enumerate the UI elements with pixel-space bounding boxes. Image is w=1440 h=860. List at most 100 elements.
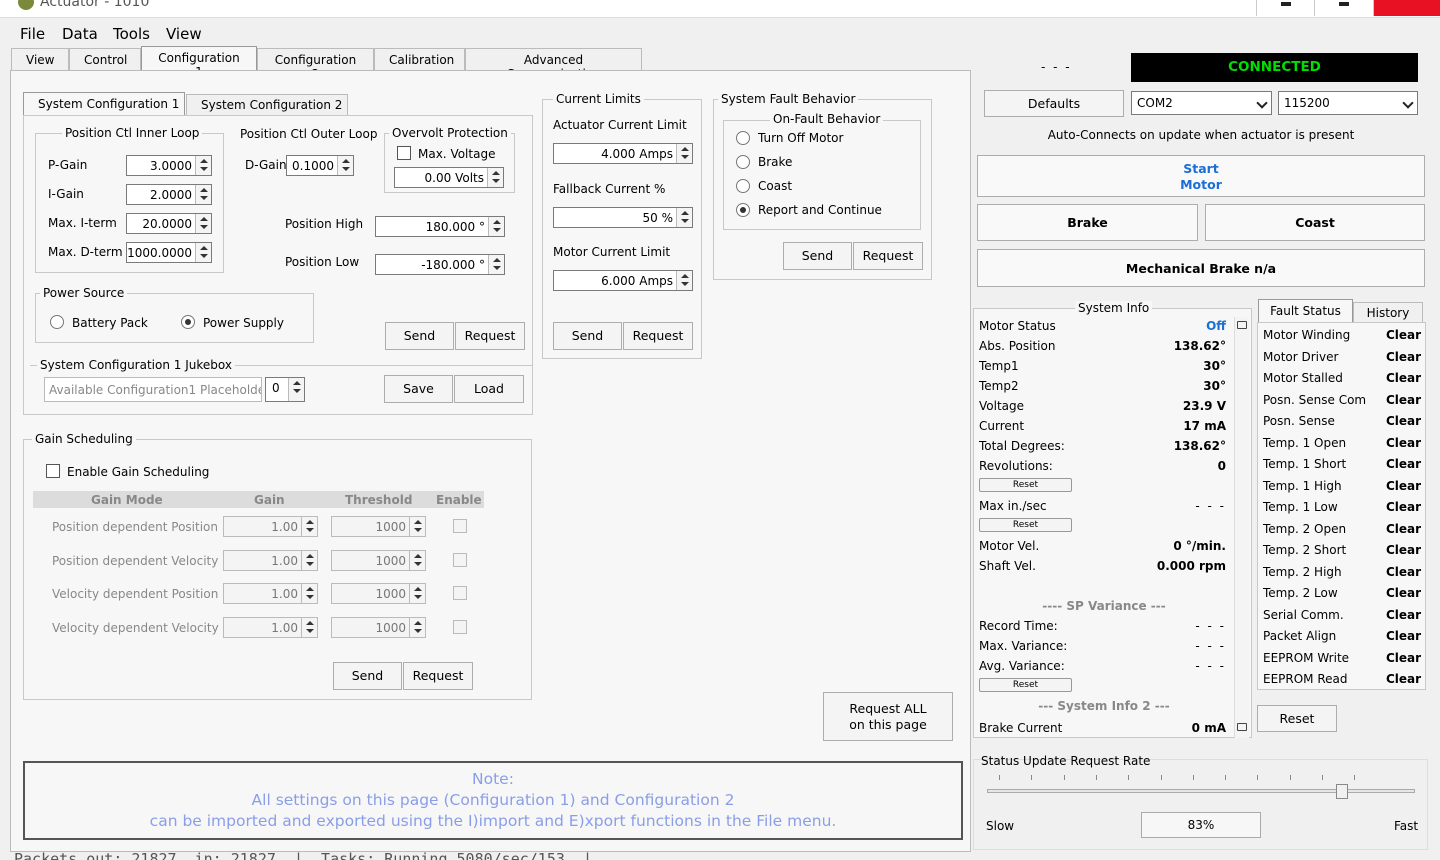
tab-view[interactable]: View bbox=[11, 48, 69, 71]
spin-arrows-icon[interactable] bbox=[409, 618, 425, 637]
chevron-down-icon[interactable] bbox=[1253, 92, 1271, 114]
spin-arrows-icon[interactable] bbox=[488, 217, 504, 236]
tab-configuration-2[interactable]: Configuration 2 bbox=[257, 48, 374, 81]
actuator-current-input[interactable]: 4.000 Amps bbox=[553, 143, 693, 164]
spin-arrows-icon[interactable] bbox=[409, 584, 425, 603]
start-motor-button[interactable]: Start Motor bbox=[977, 155, 1425, 197]
spin-arrows-icon[interactable] bbox=[195, 243, 211, 262]
power-supply-radio[interactable] bbox=[181, 315, 195, 329]
system-info-scrollbar[interactable] bbox=[1234, 317, 1249, 738]
com-port-select[interactable]: COM2 bbox=[1131, 91, 1272, 115]
brake-button[interactable]: Brake bbox=[977, 204, 1198, 241]
request-all-button[interactable]: Request ALL on this page bbox=[823, 692, 953, 741]
subtab-system-configuration-2[interactable]: System Configuration 2 bbox=[186, 94, 348, 116]
coast-button[interactable]: Coast bbox=[1205, 204, 1425, 241]
spin-arrows-icon[interactable] bbox=[676, 271, 692, 290]
report-continue-radio[interactable] bbox=[736, 203, 750, 217]
gain-row-gain-input[interactable]: 1.00 bbox=[223, 516, 318, 537]
current-request-button[interactable]: Request bbox=[623, 322, 693, 350]
jukebox-input[interactable]: Available Configuration1 Placeholder bbox=[44, 377, 262, 402]
sysconfig-send-button[interactable]: Send bbox=[385, 322, 454, 350]
sysconfig-request-button[interactable]: Request bbox=[455, 322, 525, 350]
spin-arrows-icon[interactable] bbox=[301, 551, 317, 570]
gain-request-button[interactable]: Request bbox=[403, 662, 473, 690]
menu-data[interactable]: Data bbox=[62, 25, 98, 43]
defaults-button[interactable]: Defaults bbox=[984, 90, 1124, 117]
turn-off-motor-radio[interactable] bbox=[736, 131, 750, 145]
spin-arrows-icon[interactable] bbox=[301, 618, 317, 637]
fault-request-button[interactable]: Request bbox=[853, 242, 923, 270]
max-d-term-input[interactable]: 1000.0000 bbox=[126, 242, 212, 263]
gain-row-gain-input[interactable]: 1.00 bbox=[223, 617, 318, 638]
gain-row-enable-checkbox[interactable] bbox=[453, 620, 467, 634]
max-i-term-input[interactable]: 20.0000 bbox=[126, 213, 212, 234]
jukebox-save-button[interactable]: Save bbox=[384, 375, 453, 403]
rate-slider-thumb[interactable] bbox=[1336, 784, 1349, 799]
close-button[interactable] bbox=[1373, 0, 1440, 16]
spin-arrows-icon[interactable] bbox=[676, 208, 692, 227]
coast-radio[interactable] bbox=[736, 179, 750, 193]
spin-arrows-icon[interactable] bbox=[195, 185, 211, 204]
tab-history[interactable]: History bbox=[1353, 302, 1423, 323]
jukebox-load-button[interactable]: Load bbox=[454, 375, 524, 403]
gain-row-enable-checkbox[interactable] bbox=[453, 553, 467, 567]
tab-fault-status[interactable]: Fault Status bbox=[1258, 299, 1353, 323]
gain-send-button[interactable]: Send bbox=[333, 662, 402, 690]
spin-arrows-icon[interactable] bbox=[288, 378, 304, 401]
fault-send-button[interactable]: Send bbox=[783, 242, 852, 270]
rate-slider-track[interactable] bbox=[987, 789, 1415, 793]
battery-pack-radio[interactable] bbox=[50, 315, 64, 329]
gain-row-threshold-input[interactable]: 1000 bbox=[331, 583, 426, 604]
scroll-up-icon[interactable] bbox=[1237, 321, 1247, 329]
motor-current-input[interactable]: 6.000 Amps bbox=[553, 270, 693, 291]
scroll-down-icon[interactable] bbox=[1237, 723, 1247, 731]
spin-arrows-icon[interactable] bbox=[488, 255, 504, 274]
minimize-button[interactable] bbox=[1256, 0, 1314, 16]
maximize-button[interactable] bbox=[1314, 0, 1372, 16]
brake-radio[interactable] bbox=[736, 155, 750, 169]
current-send-button[interactable]: Send bbox=[553, 322, 622, 350]
max-voltage-input[interactable]: 0.00 Volts bbox=[394, 167, 504, 188]
reset-max-speed-button[interactable]: Reset bbox=[979, 518, 1072, 532]
subtab-system-configuration-1[interactable]: System Configuration 1 bbox=[23, 92, 185, 116]
fallback-current-input[interactable]: 50 % bbox=[553, 207, 693, 228]
tab-advanced-communication[interactable]: Advanced Communication bbox=[465, 48, 642, 81]
spin-arrows-icon[interactable] bbox=[337, 156, 353, 175]
menu-file[interactable]: File bbox=[20, 25, 45, 43]
fault-reset-button[interactable]: Reset bbox=[1257, 705, 1337, 732]
tab-calibration[interactable]: Calibration bbox=[374, 48, 465, 71]
gain-row-threshold-input[interactable]: 1000 bbox=[331, 617, 426, 638]
tab-control[interactable]: Control bbox=[69, 48, 141, 71]
gain-row-threshold-input[interactable]: 1000 bbox=[331, 550, 426, 571]
gain-row-enable-checkbox[interactable] bbox=[453, 586, 467, 600]
gain-row-gain-input[interactable]: 1.00 bbox=[223, 550, 318, 571]
jukebox-index-input[interactable]: 0 bbox=[265, 377, 305, 402]
reset-variance-button[interactable]: Reset bbox=[979, 678, 1072, 692]
fault-row-label: Serial Comm. bbox=[1263, 607, 1344, 622]
p-gain-input[interactable]: 3.0000 bbox=[126, 155, 212, 176]
spin-arrows-icon[interactable] bbox=[195, 156, 211, 175]
spin-arrows-icon[interactable] bbox=[409, 517, 425, 536]
max-voltage-checkbox[interactable] bbox=[397, 146, 411, 160]
baud-rate-select[interactable]: 115200 bbox=[1278, 91, 1418, 115]
tab-configuration-1[interactable]: Configuration 1 bbox=[141, 46, 257, 79]
gain-row-gain-input[interactable]: 1.00 bbox=[223, 583, 318, 604]
position-high-input[interactable]: 180.000 ° bbox=[375, 216, 505, 237]
spin-arrows-icon[interactable] bbox=[301, 584, 317, 603]
enable-gain-checkbox[interactable] bbox=[46, 464, 60, 478]
spin-arrows-icon[interactable] bbox=[487, 168, 503, 187]
reset-revolutions-button[interactable]: Reset bbox=[979, 478, 1072, 492]
menu-tools[interactable]: Tools bbox=[113, 25, 150, 43]
mechanical-brake-button[interactable]: Mechanical Brake n/a bbox=[977, 249, 1425, 287]
i-gain-input[interactable]: 2.0000 bbox=[126, 184, 212, 205]
spin-arrows-icon[interactable] bbox=[676, 144, 692, 163]
spin-arrows-icon[interactable] bbox=[409, 551, 425, 570]
chevron-down-icon[interactable] bbox=[1399, 92, 1417, 114]
gain-row-enable-checkbox[interactable] bbox=[453, 519, 467, 533]
d-gain-input[interactable]: 0.1000 bbox=[286, 155, 354, 176]
gain-row-threshold-input[interactable]: 1000 bbox=[331, 516, 426, 537]
spin-arrows-icon[interactable] bbox=[195, 214, 211, 233]
position-low-input[interactable]: -180.000 ° bbox=[375, 254, 505, 275]
menu-view[interactable]: View bbox=[166, 25, 202, 43]
spin-arrows-icon[interactable] bbox=[301, 517, 317, 536]
